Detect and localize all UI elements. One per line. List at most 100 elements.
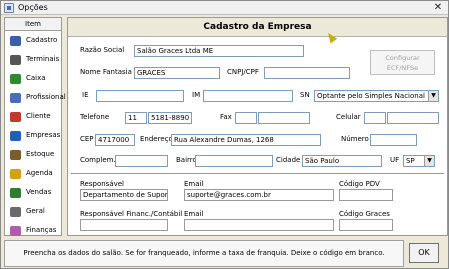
cnpj-field[interactable]	[264, 67, 350, 79]
codigo-pdv-label: Código PDV	[339, 180, 380, 188]
fax-label: Fax	[220, 113, 232, 121]
sidebar-item-label: Agenda	[26, 169, 53, 177]
sn-label: SN	[300, 91, 310, 99]
info-icon	[10, 131, 21, 141]
razao-social-field[interactable]: Salão Graces Ltda ME	[134, 45, 304, 57]
terminal-icon	[10, 55, 21, 65]
coins-icon	[10, 226, 21, 236]
book-icon	[10, 36, 21, 46]
sidebar-item-label: Cadastro	[26, 36, 58, 44]
config-button-line2: ECF/NFSe	[386, 64, 419, 72]
resp-financ-field[interactable]	[80, 219, 168, 231]
telefone-ddd-field[interactable]: 11	[125, 112, 147, 124]
cidade-label: Cidade	[276, 156, 301, 164]
sidebar-item-empresas[interactable]: Empresas	[5, 126, 61, 145]
config-button-line1: Configurar	[385, 54, 420, 62]
nome-fantasia-field[interactable]: GRACES	[134, 67, 220, 79]
boxes-icon	[10, 150, 21, 160]
sidebar-item-cadastro[interactable]: Cadastro	[5, 31, 61, 50]
sidebar-item-financas[interactable]: Finanças	[5, 221, 61, 240]
cash-register-icon	[10, 74, 21, 84]
telefone-label: Telefone	[80, 113, 110, 121]
codigo-graces-label: Código Graces	[339, 210, 390, 218]
numero-field[interactable]	[370, 134, 417, 146]
celular-ddd-field[interactable]	[364, 112, 386, 124]
item-sidebar: Item Cadastro Terminais Caixa Profissional C…	[4, 17, 66, 236]
sidebar-item-label: Geral	[26, 207, 45, 215]
chevron-down-icon[interactable]: ▼	[428, 91, 438, 101]
chevron-down-icon[interactable]: ▼	[424, 156, 434, 166]
ok-button[interactable]: OK	[409, 243, 439, 263]
bairro-field[interactable]	[195, 155, 273, 167]
sidebar-item-caixa[interactable]: Caixa	[5, 69, 61, 88]
nome-fantasia-label: Nome Fantasia	[80, 68, 132, 76]
numero-label: Número	[341, 135, 369, 143]
email-label: Email	[184, 180, 204, 188]
sn-select-value: Optante pelo Simples Nacional	[317, 92, 425, 100]
ie-label: IE	[82, 91, 89, 99]
email2-field[interactable]	[184, 219, 334, 231]
sidebar-item-label: Vendas	[26, 188, 52, 196]
uf-label: UF	[390, 156, 400, 164]
id-card-icon	[10, 93, 21, 103]
sidebar-item-label: Estoque	[26, 150, 55, 158]
codigo-pdv-field[interactable]	[339, 189, 393, 201]
settings-icon	[10, 207, 21, 217]
app-icon	[4, 3, 14, 13]
email2-label: Email	[184, 210, 204, 218]
sidebar-item-label: Cliente	[26, 112, 51, 120]
title-bar: Opções ✕	[1, 1, 448, 15]
calendar-icon	[10, 169, 21, 179]
footer-bar: Preencha os dados do salão. Se for franq…	[4, 240, 448, 267]
celular-label: Celular	[336, 113, 361, 121]
sidebar-item-label: Profissional	[26, 93, 66, 101]
cart-icon	[10, 188, 21, 198]
sidebar-item-vendas[interactable]: Vendas	[5, 183, 61, 202]
resp-financ-label: Responsável Financ./Contábil	[80, 210, 183, 218]
bairro-label: Bairro	[176, 156, 197, 164]
cnpj-label: CNPJ/CPF	[227, 68, 259, 76]
uf-select-value: SP	[406, 157, 415, 165]
uf-select[interactable]: SP ▼	[403, 155, 435, 167]
section-divider	[71, 173, 444, 174]
sidebar-item-agenda[interactable]: Agenda	[5, 164, 61, 183]
cep-label: CEP	[80, 135, 94, 143]
fax-ddd-field[interactable]	[235, 112, 257, 124]
telefone-number-field[interactable]: 5181-8890	[148, 112, 192, 124]
sidebar-item-label: Empresas	[26, 131, 61, 139]
cep-field[interactable]: 4717000	[95, 134, 135, 146]
hint-text: Preencha os dados do salão. Se for franq…	[4, 240, 404, 267]
email-field[interactable]: suporte@graces.com.br	[184, 189, 334, 201]
fax-field[interactable]	[258, 112, 310, 124]
window-title: Opções	[18, 3, 48, 12]
codigo-graces-field[interactable]	[339, 219, 393, 231]
sn-select[interactable]: Optante pelo Simples Nacional ▼	[314, 90, 439, 102]
endereco-field[interactable]: Rua Alexandre Dumas, 1268	[171, 134, 321, 146]
company-panel: Cadastro da Empresa Razão Social Salão G…	[67, 17, 448, 236]
endereco-label: Endereço	[140, 135, 173, 143]
sidebar-item-profissional[interactable]: Profissional	[5, 88, 66, 107]
sidebar-item-cliente[interactable]: Cliente	[5, 107, 61, 126]
im-field[interactable]	[203, 90, 293, 102]
im-label: IM	[192, 91, 201, 99]
person-icon	[10, 112, 21, 122]
sidebar-item-label: Finanças	[26, 226, 57, 234]
razao-social-label: Razão Social	[80, 46, 125, 54]
sidebar-item-terminais[interactable]: Terminais	[5, 50, 61, 69]
options-window: Opções ✕ Item Cadastro Terminais Caixa Prof…	[0, 0, 449, 269]
sidebar-item-label: Terminais	[26, 55, 60, 63]
panel-title: Cadastro da Empresa	[68, 18, 447, 37]
sidebar-item-estoque[interactable]: Estoque	[5, 145, 61, 164]
sidebar-header: Item	[5, 18, 61, 31]
sidebar-item-label: Caixa	[26, 74, 46, 82]
responsavel-field[interactable]: Departamento de Suporte	[80, 189, 168, 201]
responsavel-label: Responsável	[80, 180, 124, 188]
celular-field[interactable]	[387, 112, 439, 124]
ie-field[interactable]	[96, 90, 184, 102]
close-icon[interactable]: ✕	[430, 1, 446, 14]
complemento-field[interactable]	[115, 155, 168, 167]
cidade-field[interactable]: São Paulo	[302, 155, 382, 167]
sidebar-item-geral[interactable]: Geral	[5, 202, 61, 221]
complemento-label: Complem.	[80, 156, 116, 164]
configure-ecf-nfse-button[interactable]: Configurar ECF/NFSe	[370, 50, 435, 75]
